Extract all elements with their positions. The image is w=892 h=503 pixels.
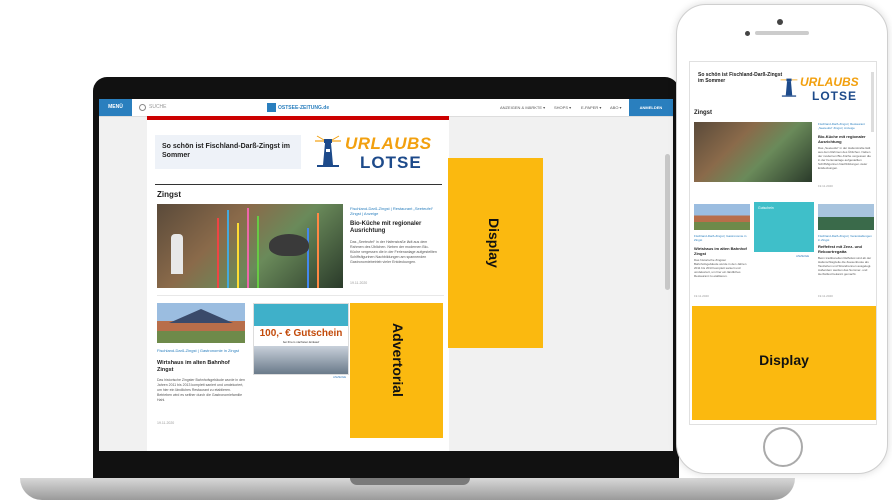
search-icon[interactable] bbox=[139, 104, 146, 111]
advertorial-label: Advertorial bbox=[390, 323, 406, 397]
phone-hero-date: 19.11.2020 bbox=[818, 184, 833, 188]
phone-card-bahnhof-meta[interactable]: Fischland-Darß-Zingst | Gastronomie in Z… bbox=[694, 234, 750, 242]
voucher-ad[interactable]: 100,- € Gutschein bei Ihrem nächsten Ein… bbox=[253, 303, 349, 375]
nav-link-abo[interactable]: ABO ▾ bbox=[610, 105, 622, 110]
hero-article-date: 19.11.2020 bbox=[350, 281, 368, 285]
phone-hero-meta[interactable]: Fischland-Darß-Zingst | Restaurant „Seet… bbox=[818, 122, 874, 130]
login-button[interactable]: ANMELDEN bbox=[629, 99, 673, 116]
hero-article-title[interactable]: Bio-Küche mit regionaler Ausrichtung bbox=[350, 221, 440, 235]
phone-card-bahnhof-title[interactable]: Wirtshaus im alten Bahnhof Zingst bbox=[694, 246, 750, 256]
voucher-ad-subline: bei Ihrem nächsten Einkauf bbox=[282, 340, 320, 344]
site-logo-mark bbox=[267, 103, 276, 112]
hero-person bbox=[171, 234, 183, 274]
urlaubslotse-banner[interactable]: So schön ist Fischland-Darß-Zingst im So… bbox=[155, 131, 442, 179]
display-ad-placement-mobile[interactable]: Display bbox=[692, 306, 876, 420]
phone-card-bahnhof-teaser: Das historische Zingster Bahnhofsgebäude… bbox=[694, 258, 747, 278]
search-label[interactable]: SUCHE bbox=[149, 104, 167, 110]
hero-sculpture bbox=[269, 234, 309, 256]
phone-card-regatta-title[interactable]: Reffefest mit Zeez- und Rekoortregatta bbox=[818, 244, 874, 254]
hero-article-teaser: Das „Seeteufel“ in der Hafenstraße lädt … bbox=[350, 240, 437, 264]
page-content: So schön ist Fischland-Darß-Zingst im So… bbox=[147, 116, 449, 451]
phone-screen: So schön ist Fischland-Darß-Zingst im So… bbox=[689, 61, 877, 425]
banner-text: So schön ist Fischland-Darß-Zingst im So… bbox=[162, 143, 290, 159]
site-logo[interactable]: OSTSEE-ZEITUNG.de bbox=[267, 103, 329, 112]
nav-link-shops[interactable]: SHOPS ▾ bbox=[554, 105, 571, 110]
phone-card-regatta-teaser: Beim traditionellen Reffefest sind ab de… bbox=[818, 256, 872, 276]
nav-link-anzeigen[interactable]: ANZEIGEN & MÄRKTE ▾ bbox=[500, 105, 545, 110]
phone-banner-text[interactable]: So schön ist Fischland-Darß-Zingst im So… bbox=[698, 72, 788, 84]
phone-card-bahnhof-image[interactable] bbox=[694, 204, 750, 230]
display-ad-placement-desktop[interactable]: Display bbox=[448, 158, 543, 348]
laptop-screen: MENÜ SUCHE OSTSEE-ZEITUNG.de ANZEIGEN & … bbox=[99, 99, 673, 451]
section-title: Zingst bbox=[157, 190, 181, 199]
voucher-ad-label: 100,- € Gutschein bbox=[256, 328, 346, 339]
page-scrollbar[interactable] bbox=[665, 154, 670, 290]
phone-hero-image[interactable] bbox=[694, 122, 812, 182]
hero-article-meta[interactable]: Fischland-Darß-Zingst | Restaurant „Seet… bbox=[350, 206, 440, 216]
page-top-accent bbox=[147, 116, 449, 120]
top-navbar: MENÜ SUCHE OSTSEE-ZEITUNG.de ANZEIGEN & … bbox=[99, 99, 673, 117]
phone-ad-marker: ANZEIGE bbox=[796, 254, 810, 258]
phone-voucher-ad[interactable]: Gutschein bbox=[754, 202, 814, 252]
phone-brand-urlaubs: URLAUBS bbox=[800, 75, 859, 89]
phone-card-bahnhof-date: 19.11.2020 bbox=[694, 294, 709, 298]
voucher-ad-photo bbox=[254, 346, 348, 374]
phone-card-regatta-date: 19.11.2020 bbox=[818, 294, 833, 298]
card-bahnhof-title[interactable]: Wirtshaus im alten Bahnhof Zingst bbox=[157, 360, 247, 374]
display-label-mobile: Display bbox=[759, 352, 809, 368]
advertorial-placement[interactable]: Advertorial bbox=[350, 303, 443, 438]
display-label-desktop: Display bbox=[486, 218, 502, 268]
laptop-hinge bbox=[350, 478, 470, 485]
site-logo-text: OSTSEE-ZEITUNG.de bbox=[278, 104, 330, 111]
lighthouse-icon bbox=[315, 135, 341, 167]
ad-marker: ANZEIGE bbox=[333, 375, 347, 379]
smartphone: So schön ist Fischland-Darß-Zingst im So… bbox=[676, 4, 888, 474]
phone-brand-lotse: LOTSE bbox=[812, 89, 858, 103]
phone-hero-title[interactable]: Bio-Küche mit regionaler Ausrichtung bbox=[818, 134, 874, 144]
phone-voucher-label: Gutschein bbox=[758, 206, 774, 210]
voucher-ad-header bbox=[254, 304, 348, 326]
hero-article-image[interactable] bbox=[157, 204, 343, 288]
brand-urlaubs: URLAUBS bbox=[345, 134, 432, 153]
menu-button[interactable]: MENÜ bbox=[99, 99, 132, 116]
phone-card-regatta-image[interactable] bbox=[818, 204, 874, 230]
lighthouse-icon bbox=[780, 78, 798, 97]
card-bahnhof-teaser: Das historische Zingster Bahnhofsgebäude… bbox=[157, 378, 245, 402]
section-divider bbox=[155, 184, 442, 185]
phone-home-button[interactable] bbox=[763, 427, 803, 467]
brand-lotse: LOTSE bbox=[360, 153, 422, 172]
article-separator bbox=[157, 295, 444, 296]
nav-link-epaper[interactable]: E-PAPER ▾ bbox=[581, 105, 601, 110]
banner-text-box: So schön ist Fischland-Darß-Zingst im So… bbox=[155, 135, 301, 169]
card-bahnhof-date: 19.11.2020 bbox=[157, 421, 175, 425]
card-bahnhof-meta[interactable]: Fischland-Darß-Zingst | Gastronomie in Z… bbox=[157, 348, 247, 353]
phone-sensor bbox=[745, 31, 750, 36]
phone-card-regatta-meta[interactable]: Fischland-Darß-Zingst | Veranstaltungen … bbox=[818, 234, 874, 242]
phone-speaker bbox=[755, 31, 809, 35]
phone-camera bbox=[777, 19, 783, 25]
phone-hero-teaser: Das „Seeteufel“ in der Hafenstraße lädt … bbox=[818, 146, 871, 170]
phone-section-title: Zingst bbox=[694, 110, 712, 116]
